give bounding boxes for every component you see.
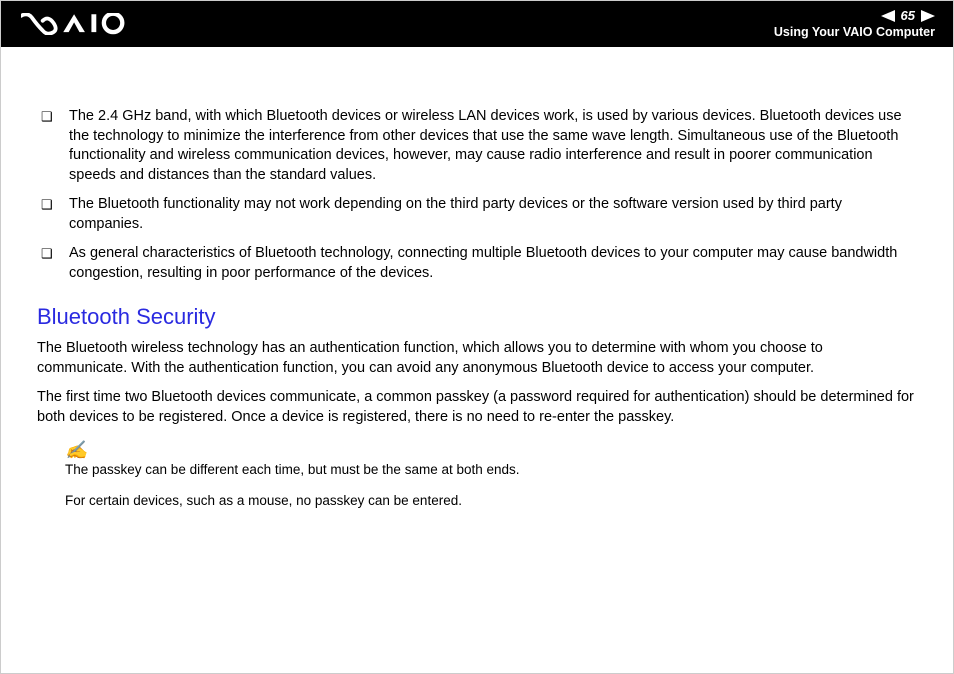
list-item: The Bluetooth functionality may not work… xyxy=(65,195,917,234)
header-right: 65 Using Your VAIO Computer xyxy=(774,8,935,41)
note-text: For certain devices, such as a mouse, no… xyxy=(65,492,917,510)
page-content: The 2.4 GHz band, with which Bluetooth d… xyxy=(1,47,953,510)
list-item: As general characteristics of Bluetooth … xyxy=(65,244,917,283)
body-paragraph: The first time two Bluetooth devices com… xyxy=(37,388,917,427)
section-heading: Bluetooth Security xyxy=(37,302,917,332)
page-number: 65 xyxy=(901,8,915,24)
bullet-list: The 2.4 GHz band, with which Bluetooth d… xyxy=(37,107,917,284)
list-item: The 2.4 GHz band, with which Bluetooth d… xyxy=(65,107,917,185)
note-block: ✍ The passkey can be different each time… xyxy=(37,441,917,509)
next-page-arrow-icon[interactable] xyxy=(921,10,935,22)
note-text: The passkey can be different each time, … xyxy=(65,461,917,479)
breadcrumb: Using Your VAIO Computer xyxy=(774,25,935,40)
page-header: 65 Using Your VAIO Computer xyxy=(1,1,953,47)
note-icon: ✍ xyxy=(65,441,917,459)
prev-page-arrow-icon[interactable] xyxy=(881,10,895,22)
vaio-logo xyxy=(21,13,151,35)
page-nav: 65 xyxy=(774,8,935,24)
body-paragraph: The Bluetooth wireless technology has an… xyxy=(37,339,917,378)
document-page: 65 Using Your VAIO Computer The 2.4 GHz … xyxy=(0,0,954,674)
